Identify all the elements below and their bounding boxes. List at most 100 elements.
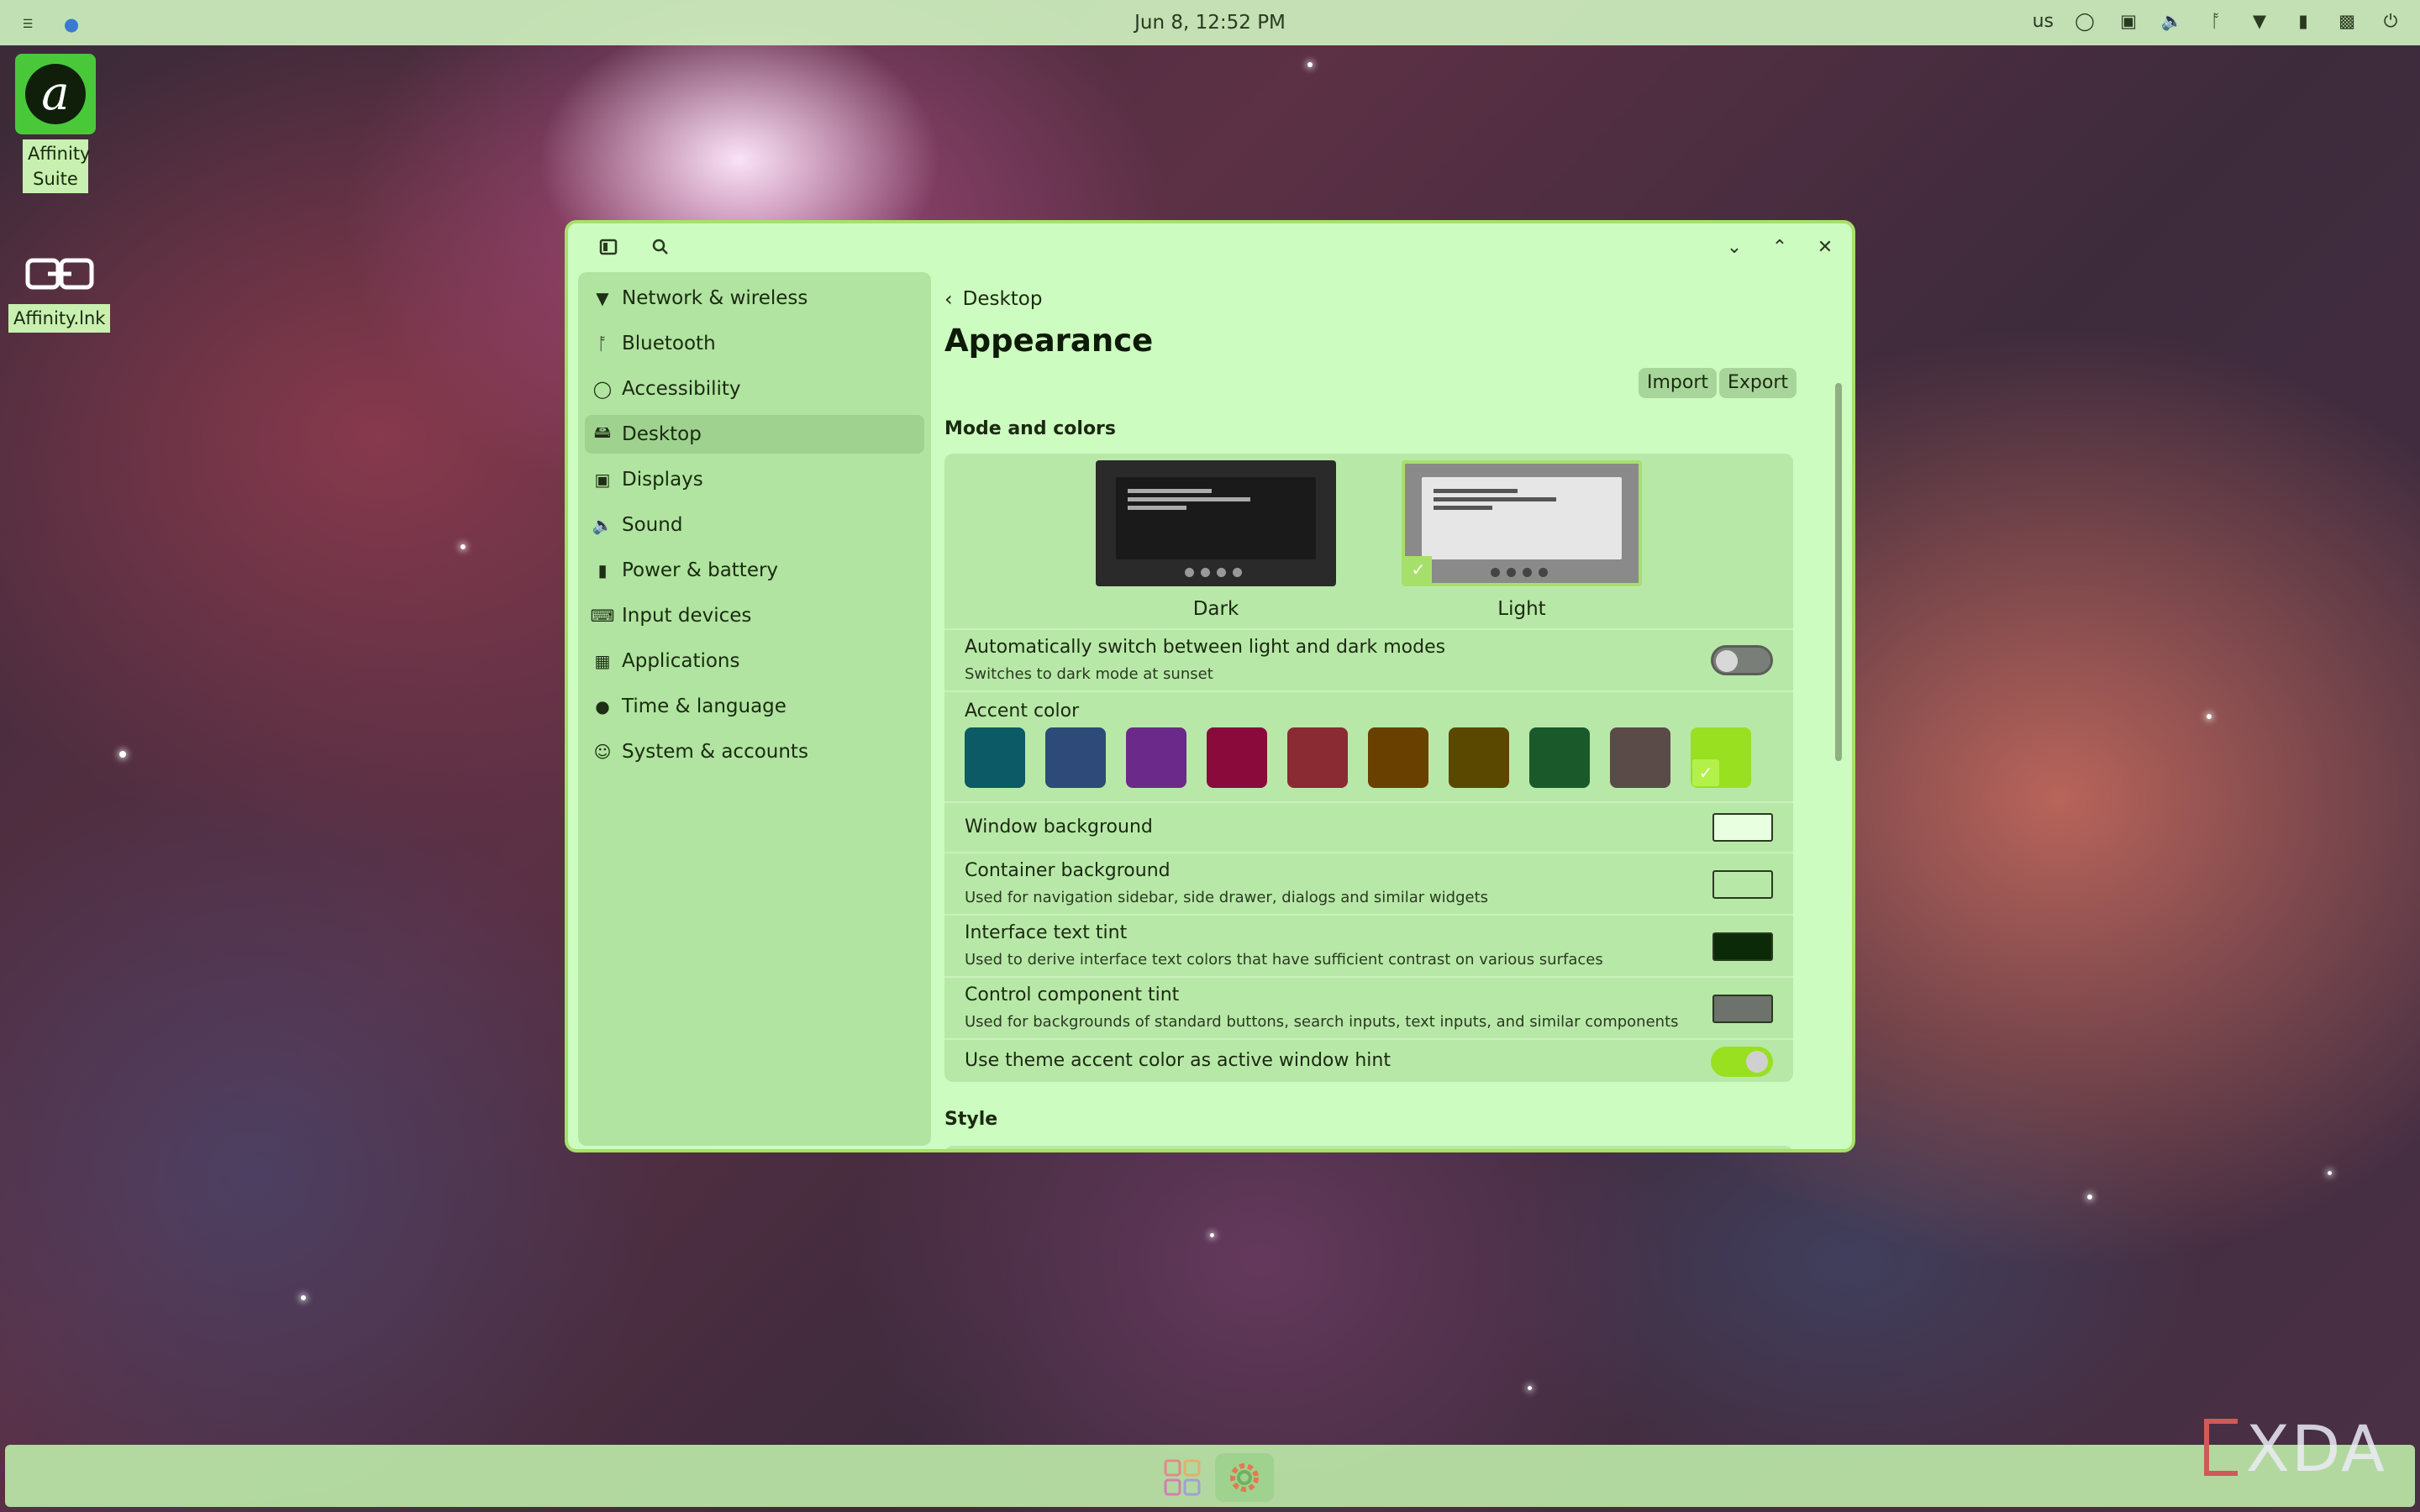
accent-swatch[interactable] bbox=[1207, 727, 1267, 788]
display-icon[interactable]: ▣ bbox=[2116, 8, 2141, 34]
container-background-color-button[interactable] bbox=[1712, 870, 1773, 899]
interface-text-tint-title: Interface text tint bbox=[965, 922, 1128, 943]
sidebar-item-label: Network & wireless bbox=[622, 287, 808, 309]
globe-icon: ● bbox=[595, 696, 610, 717]
battery-icon[interactable]: ▮ bbox=[2291, 8, 2316, 34]
sidebar-item-power[interactable]: ▮ Power & battery bbox=[585, 551, 924, 590]
power-icon[interactable]: ⏻ bbox=[2378, 8, 2403, 34]
accent-hint-toggle[interactable] bbox=[1711, 1047, 1773, 1077]
sidebar-item-label: Input devices bbox=[622, 605, 752, 627]
sidebar-item-label: Applications bbox=[622, 650, 740, 672]
style-card: ⚲ ⚲ ⚲ bbox=[944, 1146, 1793, 1149]
section-heading-mode: Mode and colors bbox=[944, 418, 1117, 439]
dark-mode-option[interactable] bbox=[1096, 460, 1336, 586]
minimize-icon[interactable]: ⌄ bbox=[1719, 232, 1749, 262]
maximize-icon[interactable]: ⌃ bbox=[1765, 232, 1795, 262]
content-scrollbar[interactable] bbox=[1835, 383, 1842, 761]
app-library-icon[interactable] bbox=[1153, 1453, 1212, 1502]
sidebar-item-displays[interactable]: ▣ Displays bbox=[585, 460, 924, 499]
keyboard-icon: ⌨ bbox=[590, 606, 615, 626]
accent-swatch[interactable] bbox=[1287, 727, 1348, 788]
sidebar-item-system-accounts[interactable]: ☺ System & accounts bbox=[585, 732, 924, 771]
search-icon[interactable] bbox=[645, 232, 676, 262]
sidebar-item-input-devices[interactable]: ⌨ Input devices bbox=[585, 596, 924, 635]
sidebar-item-accessibility[interactable]: ◯ Accessibility bbox=[585, 370, 924, 408]
interface-text-tint-color-button[interactable] bbox=[1712, 932, 1773, 961]
star bbox=[301, 1295, 306, 1300]
star bbox=[2087, 1194, 2092, 1200]
accent-swatches: ✓ bbox=[965, 727, 1771, 788]
xda-logo-icon bbox=[2203, 1419, 2238, 1476]
container-background-row: Container background Used for navigation… bbox=[944, 852, 1793, 916]
accent-swatch[interactable] bbox=[1449, 727, 1509, 788]
interface-text-tint-subtitle: Used to derive interface text colors tha… bbox=[965, 951, 1603, 969]
titlebar: ⌄ ⌃ ✕ bbox=[568, 223, 1852, 269]
sidebar-item-desktop[interactable]: 🖴 Desktop bbox=[585, 415, 924, 454]
light-mode-option[interactable]: ✓ bbox=[1402, 460, 1642, 586]
checkmark-icon: ✓ bbox=[1405, 556, 1432, 583]
import-button[interactable]: Import bbox=[1639, 368, 1718, 398]
accent-swatch-selected[interactable]: ✓ bbox=[1691, 727, 1751, 788]
notifications-icon[interactable]: ▩ bbox=[2334, 8, 2360, 34]
sidebar-item-label: Bluetooth bbox=[622, 333, 716, 354]
xda-watermark-text: XDA bbox=[2245, 1411, 2386, 1486]
sidebar-item-network[interactable]: ▼ Network & wireless bbox=[585, 279, 924, 318]
close-icon[interactable]: ✕ bbox=[1810, 232, 1840, 262]
settings-app-icon[interactable] bbox=[1215, 1453, 1274, 1502]
star bbox=[1210, 1233, 1214, 1237]
users-icon: ☺ bbox=[593, 742, 612, 762]
desktop-icon-affinity-suite[interactable]: a Affinity Suite bbox=[15, 54, 96, 193]
top-panel: ☰ ● Jun 8, 12:52 PM us ◯ ▣ 🔈 ᚩ ▼ ▮ ▩ ⏻ bbox=[0, 0, 2420, 45]
chevron-left-icon: ‹ bbox=[944, 287, 953, 311]
wifi-icon[interactable]: ▼ bbox=[2247, 8, 2272, 34]
accent-color-title: Accent color bbox=[965, 701, 1080, 722]
sidebar-item-label: Desktop bbox=[622, 423, 702, 445]
control-component-tint-color-button[interactable] bbox=[1712, 995, 1773, 1023]
container-background-title: Container background bbox=[965, 860, 1171, 881]
desktop-icon: 🖴 bbox=[593, 422, 612, 442]
sidebar-item-label: Power & battery bbox=[622, 559, 779, 581]
window-background-color-button[interactable] bbox=[1712, 813, 1773, 842]
accent-swatch[interactable] bbox=[1610, 727, 1670, 788]
sidebar-item-label: Accessibility bbox=[622, 378, 741, 400]
accent-swatch[interactable] bbox=[965, 727, 1025, 788]
control-component-tint-title: Control component tint bbox=[965, 984, 1180, 1005]
volume-icon[interactable]: 🔈 bbox=[2160, 8, 2185, 34]
star bbox=[460, 544, 466, 549]
sidebar-item-applications[interactable]: ▦ Applications bbox=[585, 642, 924, 680]
export-button[interactable]: Export bbox=[1719, 368, 1797, 398]
dock bbox=[5, 1445, 2415, 1507]
bluetooth-icon[interactable]: ᚩ bbox=[2203, 8, 2228, 34]
sidebar-toggle-icon[interactable] bbox=[593, 232, 623, 262]
auto-switch-toggle[interactable] bbox=[1711, 645, 1773, 675]
affinity-suite-icon: a bbox=[15, 54, 96, 134]
container-background-subtitle: Used for navigation sidebar, side drawer… bbox=[965, 889, 1489, 906]
desktop-icon-affinity-lnk[interactable]: Affinity.lnk bbox=[8, 249, 111, 333]
display-icon: ▣ bbox=[594, 470, 611, 490]
settings-window: ⌄ ⌃ ✕ ▼ Network & wireless ᚩ Bluetooth ◯… bbox=[565, 220, 1855, 1152]
sidebar-item-bluetooth[interactable]: ᚩ Bluetooth bbox=[585, 324, 924, 363]
svg-text:a: a bbox=[41, 66, 69, 121]
accent-swatch[interactable] bbox=[1529, 727, 1590, 788]
star bbox=[2328, 1171, 2332, 1175]
control-component-tint-subtitle: Used for backgrounds of standard buttons… bbox=[965, 1013, 1679, 1031]
checkmark-icon: ✓ bbox=[1692, 759, 1719, 786]
sidebar-item-time-language[interactable]: ● Time & language bbox=[585, 687, 924, 726]
interface-text-tint-row: Interface text tint Used to derive inter… bbox=[944, 914, 1793, 978]
star bbox=[1307, 62, 1313, 67]
accessibility-icon[interactable]: ◯ bbox=[2072, 8, 2097, 34]
accessibility-icon: ◯ bbox=[592, 379, 613, 399]
accent-swatch[interactable] bbox=[1045, 727, 1106, 788]
control-component-tint-row: Control component tint Used for backgrou… bbox=[944, 976, 1793, 1040]
keyboard-layout[interactable]: us bbox=[2033, 11, 2054, 32]
sidebar-item-sound[interactable]: 🔈 Sound bbox=[585, 506, 924, 544]
star bbox=[119, 751, 126, 758]
accent-swatch[interactable] bbox=[1368, 727, 1428, 788]
breadcrumb[interactable]: ‹ Desktop bbox=[944, 287, 1042, 311]
section-heading-style: Style bbox=[944, 1109, 998, 1130]
bluetooth-icon: ᚩ bbox=[597, 333, 608, 354]
accent-swatch[interactable] bbox=[1126, 727, 1186, 788]
auto-switch-subtitle: Switches to dark mode at sunset bbox=[965, 665, 1213, 683]
sidebar-item-label: Displays bbox=[622, 469, 703, 491]
apps-grid-icon: ▦ bbox=[594, 651, 611, 671]
